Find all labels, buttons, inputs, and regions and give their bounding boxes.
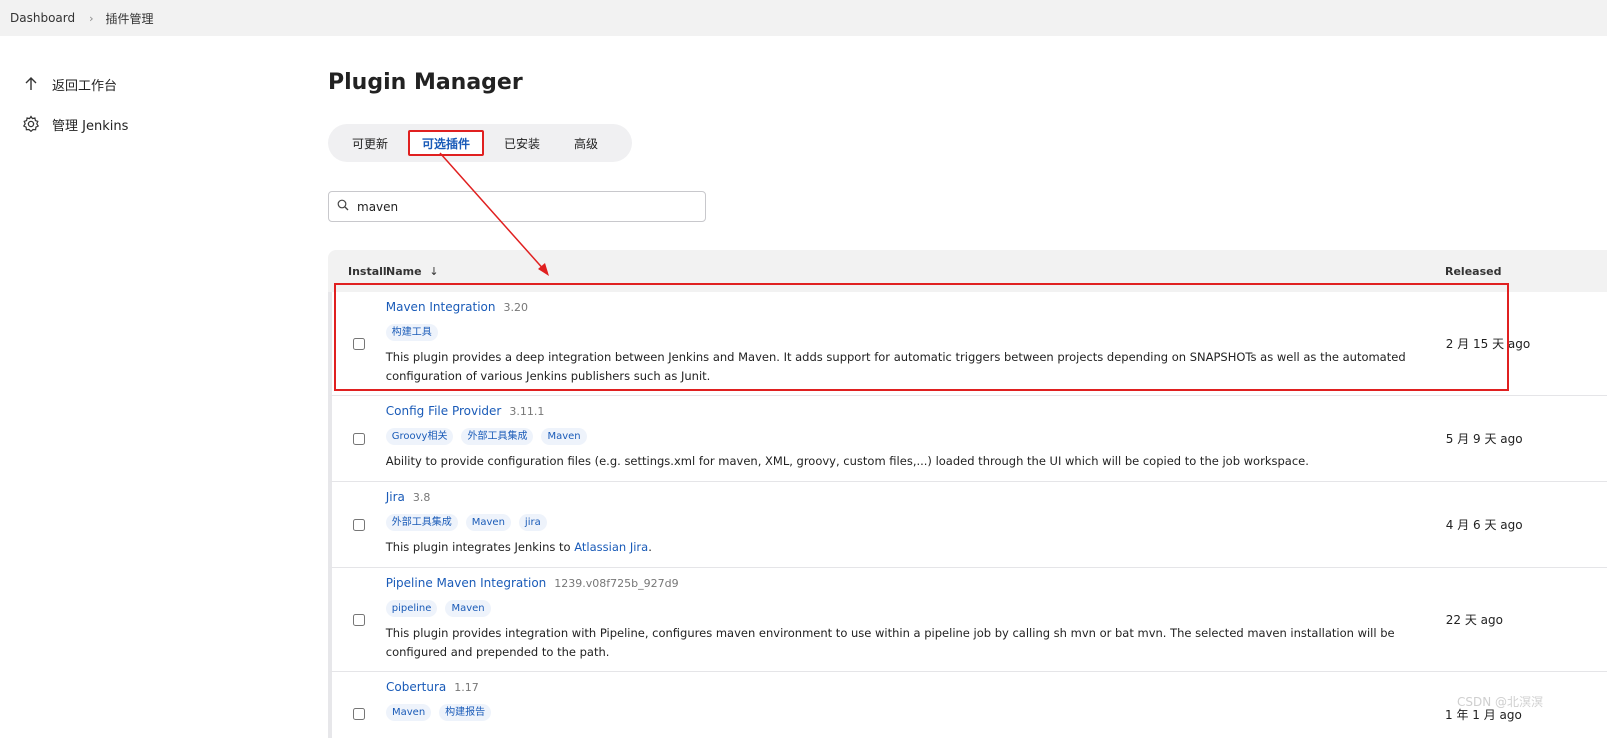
description-text: .: [648, 540, 652, 554]
plugin-version: 1.17: [454, 681, 479, 694]
column-header-install: Install: [348, 264, 387, 278]
plugin-tag[interactable]: 构建报告: [439, 704, 492, 721]
plugin-tag[interactable]: 外部工具集成: [461, 428, 534, 445]
sidebar-item-label: 返回工作台: [52, 78, 118, 94]
install-checkbox[interactable]: [353, 708, 365, 720]
plugin-version: 1239.v08f725b_927d9: [554, 577, 679, 590]
column-header-name[interactable]: Name ↓: [386, 265, 1445, 278]
tab-bar: 可更新 可选插件 已安装 高级: [328, 124, 632, 162]
plugin-version: 3.20: [503, 301, 528, 314]
install-checkbox[interactable]: [352, 518, 365, 531]
table-row: Maven Integration 3.20 构建工具 This plugin …: [328, 292, 1607, 396]
table-header: Install Name ↓ Released: [328, 250, 1607, 292]
arrow-up-icon: [20, 73, 42, 95]
plugin-version: 3.8: [412, 491, 431, 504]
plugin-name-link[interactable]: Maven Integration: [386, 300, 496, 314]
search-box: [328, 191, 706, 222]
search-input[interactable]: [357, 199, 687, 214]
plugin-description: This plugin provides a deep integration …: [385, 350, 1406, 383]
tab-available-plugins[interactable]: 可选插件: [408, 130, 485, 156]
sidebar-item-label: 管理 Jenkins: [52, 118, 129, 134]
plugin-tag[interactable]: Maven: [386, 704, 432, 721]
sidebar-item-back-to-workbench[interactable]: 返回工作台: [20, 64, 270, 104]
sidebar: 返回工作台 管理 Jenkins: [20, 64, 270, 144]
description-text: This plugin integrates Jenkins to: [385, 540, 575, 554]
plugin-name-link[interactable]: Cobertura: [386, 680, 446, 694]
gear-icon: [20, 113, 42, 135]
breadcrumb: Dashboard › 插件管理: [0, 0, 1607, 36]
install-checkbox[interactable]: [352, 337, 365, 350]
table-row: Jira 3.8 外部工具集成 Maven jira This plugin i…: [328, 482, 1607, 568]
plugin-description: This plugin integrates Jenkins to Atlass…: [386, 538, 1446, 557]
install-checkbox[interactable]: [352, 613, 365, 626]
plugin-name-link[interactable]: Config File Provider: [386, 404, 502, 418]
tab-installed[interactable]: 已安装: [490, 130, 554, 156]
page-title: Plugin Manager: [328, 70, 523, 95]
released-date: 4 月 6 天 ago: [1445, 518, 1523, 532]
tab-updates[interactable]: 可更新: [338, 130, 402, 156]
plugin-version: 3.11.1: [509, 405, 545, 418]
plugin-description: This plugin provides integration with Pi…: [385, 626, 1395, 659]
breadcrumb-dashboard[interactable]: Dashboard: [10, 11, 75, 25]
plugin-tag[interactable]: Maven: [541, 428, 587, 445]
plugin-tag[interactable]: Groovy相关: [385, 428, 454, 445]
plugin-tag[interactable]: 外部工具集成: [385, 514, 458, 531]
breadcrumb-plugin-manager[interactable]: 插件管理: [106, 10, 154, 27]
plugin-tag[interactable]: jira: [518, 514, 547, 531]
table-row: Config File Provider 3.11.1 Groovy相关 外部工…: [328, 396, 1607, 482]
plugin-name-link[interactable]: Jira: [386, 490, 405, 504]
search-icon: [337, 199, 349, 215]
plugin-tag[interactable]: 构建工具: [385, 324, 438, 341]
plugin-tag[interactable]: pipeline: [385, 600, 438, 617]
plugin-tag[interactable]: Maven: [445, 600, 491, 617]
released-date: 22 天 ago: [1445, 613, 1503, 627]
plugin-name-link[interactable]: Pipeline Maven Integration: [386, 576, 547, 590]
plugin-table: Install Name ↓ Released Maven Integratio…: [328, 250, 1607, 738]
sort-arrow-icon: ↓: [429, 264, 439, 278]
main-content: Plugin Manager 可更新 可选插件 已安装 高级 Install N…: [328, 66, 1607, 738]
chevron-right-icon: ›: [89, 11, 94, 25]
table-row: Pipeline Maven Integration 1239.v08f725b…: [328, 568, 1607, 672]
sidebar-item-manage-jenkins[interactable]: 管理 Jenkins: [20, 104, 270, 144]
install-checkbox[interactable]: [352, 432, 365, 445]
column-header-name-label: Name: [386, 264, 422, 278]
watermark: CSDN @北溟溟: [1457, 695, 1544, 709]
atlassian-jira-link[interactable]: Atlassian Jira: [574, 540, 648, 554]
plugin-description: Ability to provide configuration files (…: [385, 454, 1309, 468]
table-row: Cobertura 1.17 Maven 构建报告 1 年 1 月 ago: [328, 672, 1607, 738]
released-date: 5 月 9 天 ago: [1445, 432, 1523, 446]
column-header-released: Released: [1445, 264, 1502, 278]
released-date: 2 月 15 天 ago: [1445, 337, 1531, 351]
plugin-tag[interactable]: Maven: [465, 514, 511, 531]
tab-advanced[interactable]: 高级: [560, 130, 612, 156]
